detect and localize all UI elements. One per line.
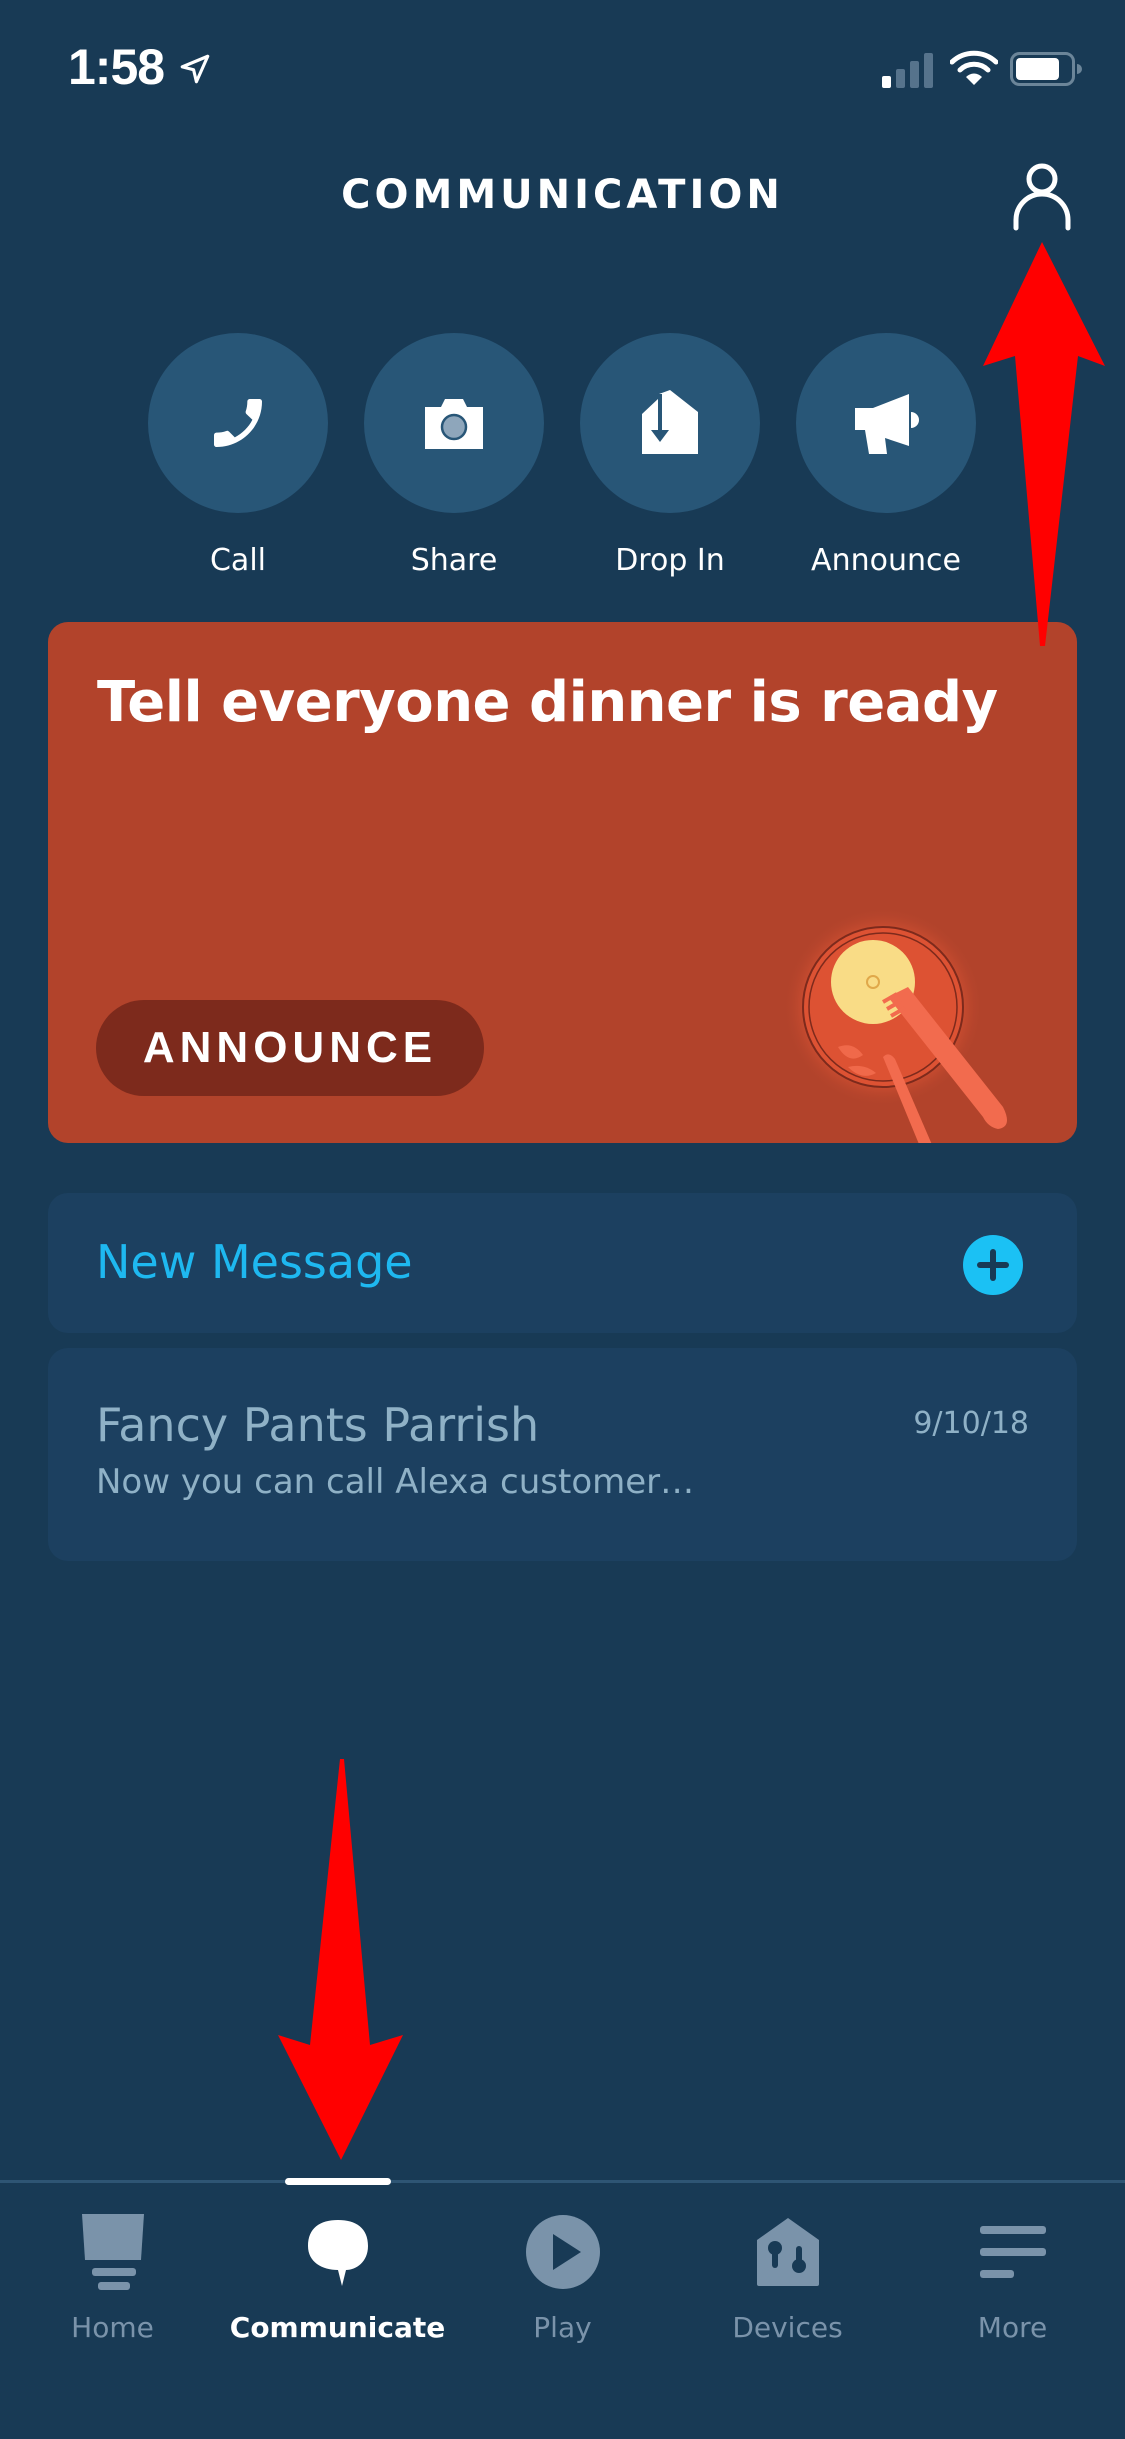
megaphone-icon [855, 394, 919, 454]
announce-label: Announce [811, 543, 961, 578]
call-label: Call [209, 543, 266, 578]
dinner-plate-illustration [783, 907, 1007, 1143]
tab-home-label: Home [71, 2311, 154, 2344]
signal-icon [882, 53, 933, 88]
quick-actions: Call Share Drop In Announce [148, 333, 978, 583]
drop-in-label: Drop In [615, 543, 725, 578]
new-message-row[interactable]: New Message [48, 1193, 1077, 1333]
announce-pill-button[interactable]: ANNOUNCE [96, 1000, 484, 1096]
tab-bar: Home Communicate Play Devices More [0, 2180, 1125, 2439]
page-title: COMMUNICATION [341, 172, 784, 218]
play-icon [525, 2215, 600, 2289]
announce-button[interactable]: Announce [796, 333, 976, 578]
drop-in-button[interactable]: Drop In [580, 333, 760, 578]
red-arrow-up-icon [983, 242, 1105, 646]
share-button[interactable]: Share [364, 333, 544, 578]
wifi-icon [950, 50, 998, 85]
camera-icon [425, 399, 483, 449]
conversation-date: 9/10/18 [913, 1406, 1029, 1441]
new-message-label: New Message [96, 1235, 413, 1289]
plus-circle-icon[interactable] [963, 1235, 1023, 1295]
conversation-name: Fancy Pants Parrish [96, 1398, 540, 1452]
tab-play-label: Play [533, 2311, 592, 2344]
tab-more[interactable]: More [900, 2207, 1125, 2344]
chat-bubble-icon [307, 2220, 368, 2286]
profile-button[interactable] [1008, 160, 1076, 232]
call-button[interactable]: Call [148, 333, 328, 578]
red-arrow-down-icon [278, 1759, 403, 2160]
location-arrow-icon [180, 54, 210, 84]
announce-promo-card[interactable]: Tell everyone dinner is ready ANNOUNCE [48, 622, 1077, 1143]
tab-home[interactable]: Home [0, 2207, 225, 2344]
home-icon [81, 2214, 144, 2290]
tab-devices-label: Devices [732, 2311, 843, 2344]
menu-icon [979, 2226, 1046, 2278]
tab-communicate[interactable]: Communicate [225, 2207, 450, 2344]
conversation-preview: Now you can call Alexa customer… [96, 1462, 695, 1502]
phone-icon [214, 399, 262, 447]
drop-in-icon [642, 390, 698, 454]
share-label: Share [410, 543, 498, 578]
tab-communicate-label: Communicate [229, 2311, 446, 2344]
tab-play[interactable]: Play [450, 2207, 675, 2344]
tab-devices[interactable]: Devices [675, 2207, 900, 2344]
tab-more-label: More [977, 2311, 1048, 2344]
devices-icon [756, 2218, 819, 2286]
conversation-item[interactable]: Fancy Pants Parrish 9/10/18 Now you can … [48, 1348, 1077, 1561]
active-tab-indicator [285, 2178, 391, 2185]
promo-card-title: Tell everyone dinner is ready [97, 670, 998, 735]
status-time: 1:58 [68, 39, 165, 95]
person-icon [1013, 163, 1071, 231]
battery-icon [1010, 52, 1082, 86]
